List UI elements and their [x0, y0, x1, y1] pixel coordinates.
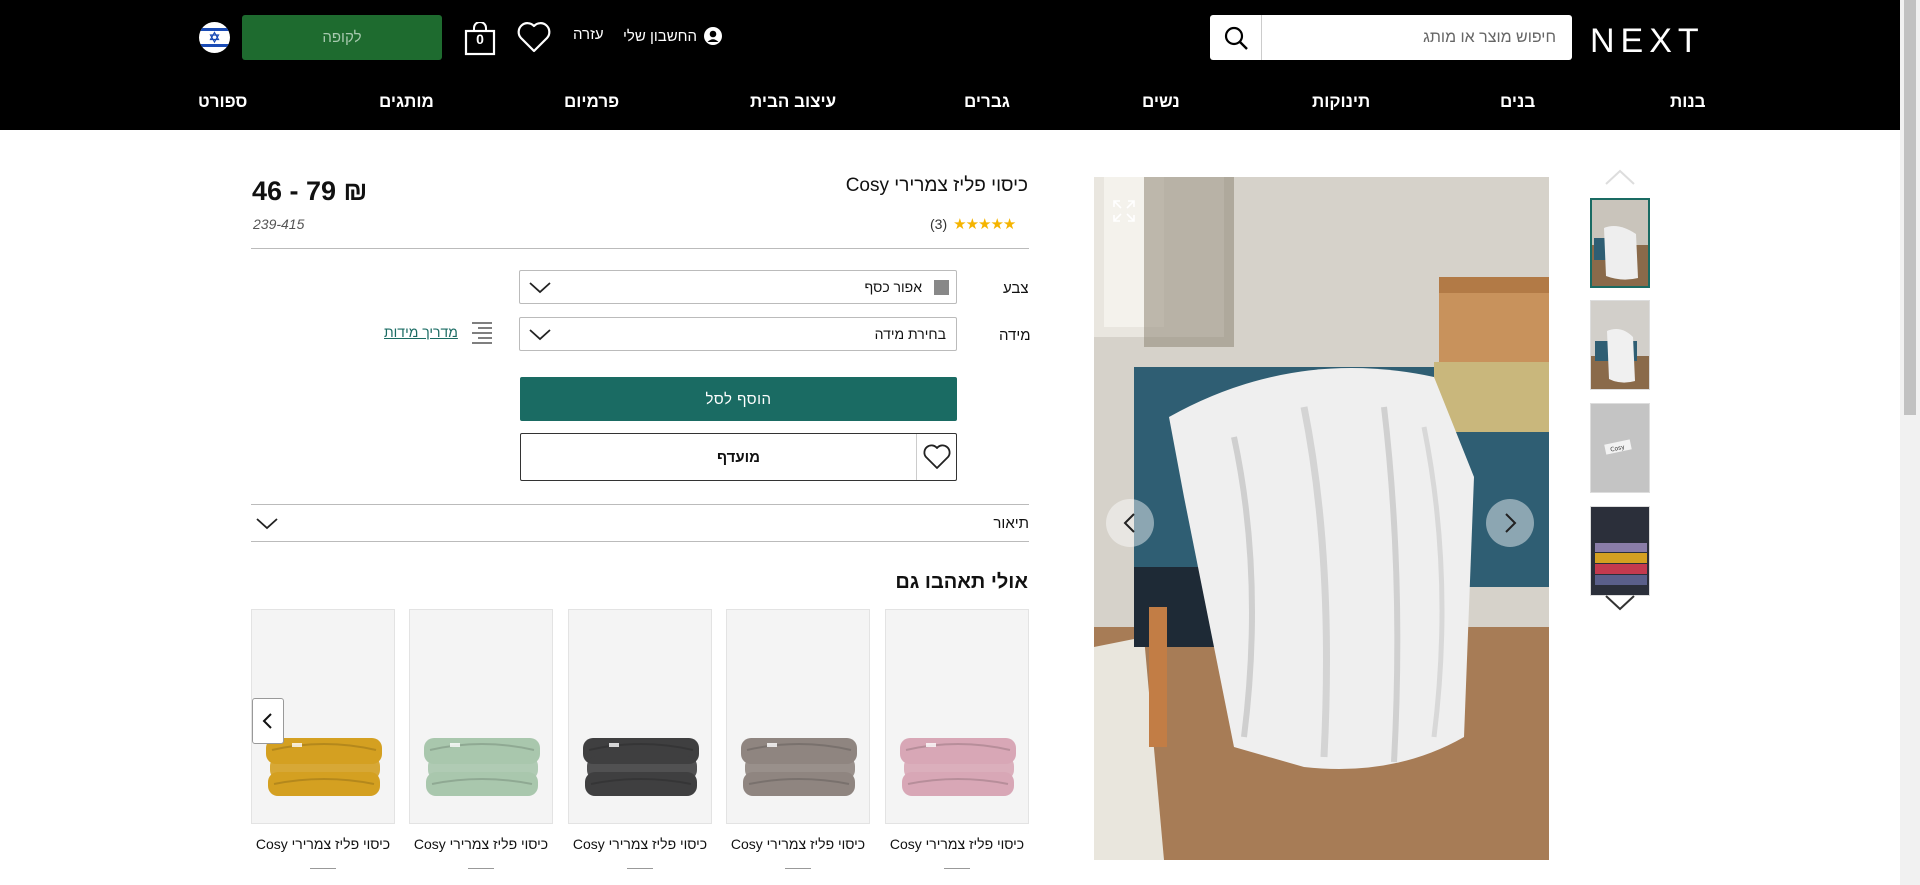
thumbnail-image — [1591, 301, 1649, 389]
nav-home[interactable]: עיצוב הבית — [750, 92, 836, 112]
carousel-prev-button[interactable] — [252, 698, 284, 744]
recommendation-swatch-underline — [785, 868, 811, 869]
description-label: תיאור — [993, 515, 1029, 532]
size-label: מידה — [999, 327, 1031, 344]
product-sku: 239-415 — [253, 216, 305, 232]
israel-flag-icon[interactable] — [199, 22, 230, 53]
thumbnails-down-button[interactable] — [1604, 594, 1636, 617]
heart-icon — [916, 434, 956, 480]
recommendation-swatch-underline — [627, 868, 653, 869]
product-thumbnail[interactable] — [1590, 506, 1650, 596]
recommendation-image — [410, 610, 552, 823]
recommendation-label[interactable]: כיסוי פליז צמרירי Cosy — [877, 836, 1037, 852]
chevron-down-icon — [529, 282, 551, 294]
size-guide-label: מדריך מידות — [384, 324, 458, 340]
chevron-down-icon — [529, 329, 551, 341]
scrollbar-thumb[interactable] — [1904, 0, 1916, 415]
search-bar — [1210, 15, 1572, 60]
image-prev-button[interactable] — [1106, 499, 1154, 547]
site-header: NEXT החשבון שלי עזרה 0 לקופה בנות בנים ת… — [0, 0, 1900, 130]
product-title: כיסוי פליז צמרירי Cosy — [845, 175, 1028, 196]
favourite-button[interactable]: מועדף — [520, 433, 957, 481]
recommendation-image — [886, 610, 1028, 823]
chevron-down-icon — [256, 518, 278, 530]
recommendation-swatch-underline — [944, 868, 970, 869]
thumbnails-up-button[interactable] — [1604, 168, 1636, 191]
recommendation-image — [569, 610, 711, 823]
shopping-bag-button[interactable]: 0 — [464, 21, 496, 61]
search-input[interactable] — [1262, 15, 1562, 60]
nav-brands[interactable]: מותגים — [379, 92, 434, 112]
nav-women[interactable]: נשים — [1142, 92, 1180, 112]
color-select[interactable]: אפור כסף — [519, 270, 957, 304]
help-link[interactable]: עזרה — [573, 26, 604, 43]
product-rating[interactable]: (3) ★★★★★ — [930, 215, 1016, 233]
size-guide-link[interactable]: מדריך מידות — [384, 320, 494, 344]
size-value: בחירת מידה — [874, 326, 946, 342]
recommendation-card[interactable] — [885, 609, 1029, 824]
page-scrollbar[interactable] — [1900, 0, 1920, 885]
size-select[interactable]: בחירת מידה — [519, 317, 957, 351]
expand-image-button[interactable] — [1112, 199, 1136, 228]
product-price: 46 - 79 ₪ — [252, 176, 368, 206]
chevron-left-icon — [262, 713, 272, 729]
color-swatch — [934, 280, 949, 295]
nav-sport[interactable]: ספורט — [198, 92, 247, 112]
recommendation-swatch-underline — [310, 868, 336, 869]
product-main-image[interactable] — [1094, 177, 1549, 860]
user-icon — [704, 27, 723, 45]
heart-icon — [517, 22, 551, 53]
color-value: אפור כסף — [864, 279, 922, 295]
chevron-left-icon — [1123, 513, 1135, 533]
recommendations-title: אולי תאהבו גם — [895, 571, 1028, 593]
chevron-right-icon — [1505, 513, 1517, 533]
expand-icon — [1113, 200, 1135, 222]
recommendation-card[interactable] — [409, 609, 553, 824]
nav-boys[interactable]: בנים — [1500, 92, 1535, 112]
product-thumbnail[interactable] — [1590, 300, 1650, 390]
nav-men[interactable]: גברים — [964, 92, 1010, 112]
recommendation-label[interactable]: כיסוי פליז צמרירי Cosy — [718, 836, 878, 852]
recommendation-label[interactable]: כיסוי פליז צמרירי Cosy — [560, 836, 720, 852]
account-label: החשבון שלי — [623, 27, 698, 45]
bag-count: 0 — [476, 31, 484, 47]
favourite-label: מועדף — [716, 448, 761, 466]
recommendation-swatch-underline — [468, 868, 494, 869]
chevron-up-icon — [1605, 169, 1635, 185]
product-thumbnail[interactable]: Cosy — [1590, 403, 1650, 493]
thumbnail-image: Cosy — [1591, 404, 1649, 492]
thumbnail-image — [1591, 507, 1649, 595]
recommendation-card[interactable] — [726, 609, 870, 824]
wishlist-button[interactable] — [516, 20, 552, 59]
recommendation-image — [727, 610, 869, 823]
product-thumbnail[interactable] — [1590, 198, 1650, 288]
divider — [251, 248, 1029, 249]
search-button[interactable] — [1210, 15, 1262, 60]
nav-premium[interactable]: פרמיום — [564, 92, 619, 112]
review-count: (3) — [930, 216, 948, 232]
ruler-icon — [471, 322, 492, 344]
recommendation-label[interactable]: כיסוי פליז צמרירי Cosy — [401, 836, 561, 852]
checkout-button[interactable]: לקופה — [242, 15, 442, 60]
next-logo[interactable]: NEXT — [1590, 22, 1705, 61]
star-rating-icon: ★★★★★ — [953, 216, 1016, 233]
add-to-bag-button[interactable]: הוסף לסל — [520, 377, 957, 421]
account-link[interactable]: החשבון שלי — [623, 26, 723, 46]
recommendation-label[interactable]: כיסוי פליז צמרירי Cosy — [243, 836, 403, 852]
description-accordion[interactable]: תיאור — [251, 504, 1029, 542]
search-icon — [1224, 26, 1248, 50]
chevron-down-icon — [1605, 595, 1635, 611]
product-photo — [1094, 177, 1549, 860]
recommendation-card[interactable] — [568, 609, 712, 824]
nav-girls[interactable]: בנות — [1670, 92, 1706, 112]
nav-baby[interactable]: תינוקות — [1312, 92, 1370, 112]
thumbnail-image — [1592, 200, 1648, 286]
color-label: צבע — [1003, 280, 1029, 297]
main-navigation: בנות בנים תינוקות נשים גברים עיצוב הבית … — [0, 92, 1900, 114]
image-next-button[interactable] — [1486, 499, 1534, 547]
